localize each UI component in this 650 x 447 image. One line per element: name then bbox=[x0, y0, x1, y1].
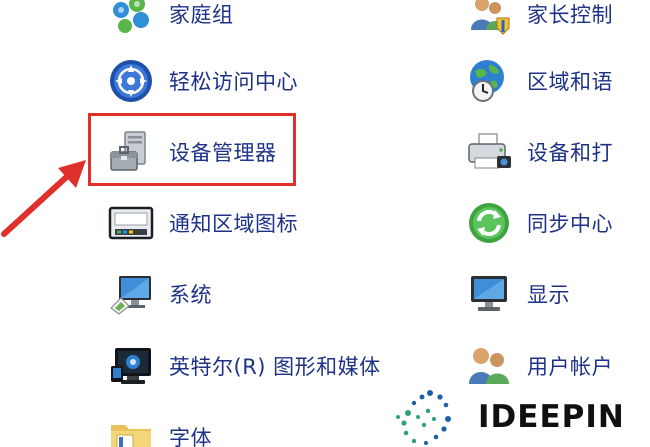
watermark-text: IDEEPIN bbox=[478, 399, 625, 435]
cp-item-label: 字体 bbox=[169, 426, 212, 447]
notification-area-icon bbox=[107, 199, 155, 247]
control-panel-view: 家庭组 轻松访问中心 设备管理器 通知区域图标 系统 英特尔(R) 图形和媒体 … bbox=[0, 0, 650, 447]
user-accounts-icon bbox=[465, 342, 513, 390]
fonts-folder-icon bbox=[107, 413, 155, 447]
cp-item-display[interactable]: 显示 bbox=[465, 266, 570, 322]
cp-item-label: 区域和语 bbox=[527, 70, 613, 94]
parental-controls-icon bbox=[465, 0, 513, 38]
highlight-box bbox=[88, 113, 296, 186]
cp-item-notification-area[interactable]: 通知区域图标 bbox=[107, 195, 298, 251]
cp-item-label: 家庭组 bbox=[169, 3, 234, 27]
cp-item-label: 系统 bbox=[169, 283, 212, 307]
cp-item-ease-of-access[interactable]: 轻松访问中心 bbox=[107, 53, 298, 109]
cp-item-label: 同步中心 bbox=[527, 212, 613, 236]
system-icon bbox=[107, 270, 155, 318]
watermark: IDEEPIN bbox=[384, 385, 650, 447]
cp-item-system[interactable]: 系统 bbox=[107, 266, 212, 322]
annotation-arrow-icon bbox=[1, 160, 86, 237]
region-language-icon bbox=[465, 57, 513, 105]
cp-item-label: 设备和打 bbox=[527, 141, 613, 165]
cp-item-label: 轻松访问中心 bbox=[169, 70, 298, 94]
display-icon bbox=[465, 270, 513, 318]
sync-center-icon bbox=[465, 199, 513, 247]
cp-item-sync-center[interactable]: 同步中心 bbox=[465, 195, 613, 251]
cp-item-label: 家长控制 bbox=[527, 3, 613, 27]
cp-item-parental-controls[interactable]: 家长控制 bbox=[465, 0, 613, 42]
cp-item-homegroup[interactable]: 家庭组 bbox=[107, 0, 234, 42]
cp-item-label: 英特尔(R) 图形和媒体 bbox=[169, 355, 381, 379]
ease-of-access-icon bbox=[107, 57, 155, 105]
intel-graphics-icon bbox=[107, 342, 155, 390]
cp-item-region-language[interactable]: 区域和语 bbox=[465, 53, 613, 109]
cp-item-label: 通知区域图标 bbox=[169, 212, 298, 236]
cp-item-intel-graphics[interactable]: 英特尔(R) 图形和媒体 bbox=[107, 338, 381, 394]
homegroup-icon bbox=[107, 0, 155, 38]
devices-printers-icon bbox=[465, 128, 513, 176]
cp-item-label: 用户帐户 bbox=[527, 355, 613, 379]
cp-item-fonts[interactable]: 字体 bbox=[107, 409, 212, 447]
cp-item-label: 显示 bbox=[527, 283, 570, 307]
cp-item-devices-printers[interactable]: 设备和打 bbox=[465, 124, 613, 180]
deepin-logo-icon bbox=[396, 390, 451, 445]
